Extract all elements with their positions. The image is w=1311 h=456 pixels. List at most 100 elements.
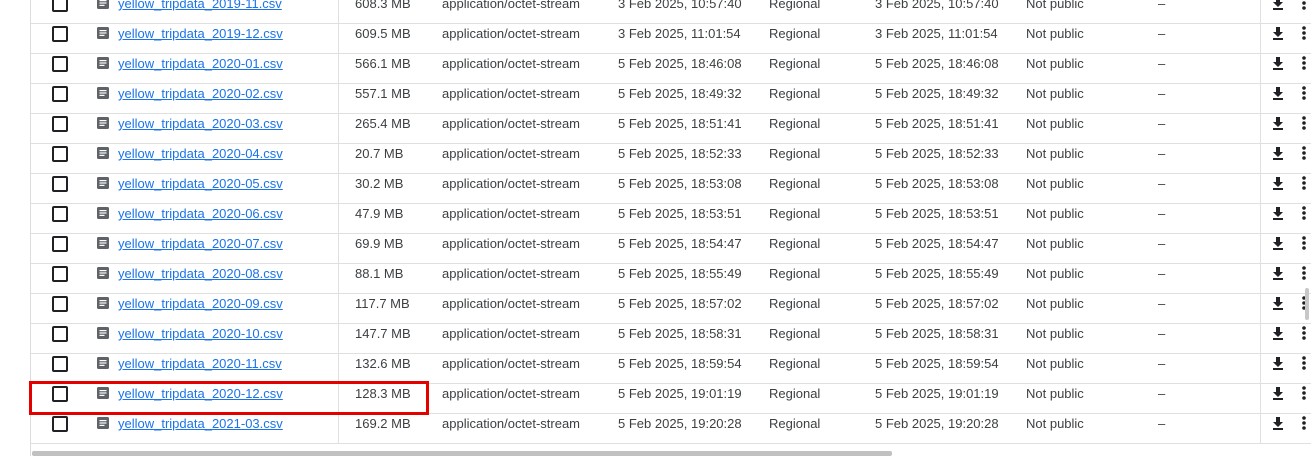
object-type: application/octet-stream: [442, 236, 581, 251]
object-name-link[interactable]: yellow_tripdata_2019-12.csv: [118, 24, 283, 54]
download-icon[interactable]: [1270, 205, 1286, 221]
object-public-access: Not public: [1026, 206, 1084, 221]
download-icon[interactable]: [1270, 55, 1286, 71]
download-icon[interactable]: [1270, 85, 1286, 101]
download-icon[interactable]: [1270, 115, 1286, 131]
more-vert-icon[interactable]: [1301, 355, 1307, 371]
row-checkbox[interactable]: [52, 116, 68, 132]
table-row[interactable]: yellow_tripdata_2019-11.csv 608.3 MB appli…: [31, 0, 1311, 24]
table-row[interactable]: yellow_tripdata_2020-09.csv 117.7 MB appli…: [31, 294, 1311, 324]
download-icon[interactable]: [1270, 265, 1286, 281]
file-icon: [96, 26, 110, 40]
table-row[interactable]: yellow_tripdata_2020-01.csv 566.1 MB appli…: [31, 54, 1311, 84]
vertical-scrollbar-thumb[interactable]: [1305, 288, 1309, 320]
row-checkbox[interactable]: [52, 356, 68, 372]
row-checkbox[interactable]: [52, 86, 68, 102]
object-name-link[interactable]: yellow_tripdata_2019-11.csv: [118, 0, 282, 24]
object-name-link[interactable]: yellow_tripdata_2020-09.csv: [118, 294, 283, 324]
row-checkbox[interactable]: [52, 26, 68, 42]
column-divider: [338, 354, 339, 383]
table-row[interactable]: yellow_tripdata_2019-12.csv 609.5 MB appli…: [31, 24, 1311, 54]
row-checkbox[interactable]: [52, 236, 68, 252]
table-row[interactable]: yellow_tripdata_2020-02.csv 557.1 MB appli…: [31, 84, 1311, 114]
object-extra-field: –: [1158, 176, 1166, 191]
table-row[interactable]: yellow_tripdata_2020-05.csv 30.2 MB applic…: [31, 174, 1311, 204]
column-divider: [1260, 294, 1261, 323]
more-vert-icon[interactable]: [1301, 115, 1307, 131]
object-name-link[interactable]: yellow_tripdata_2020-06.csv: [118, 204, 283, 234]
object-name-link[interactable]: yellow_tripdata_2020-04.csv: [118, 144, 283, 174]
download-icon[interactable]: [1270, 325, 1286, 341]
download-icon[interactable]: [1270, 295, 1286, 311]
table-row[interactable]: yellow_tripdata_2020-08.csv 88.1 MB applic…: [31, 264, 1311, 294]
table-row[interactable]: yellow_tripdata_2020-12.csv 128.3 MB appli…: [31, 384, 1311, 414]
object-name-link[interactable]: yellow_tripdata_2021-03.csv: [118, 414, 283, 444]
download-icon[interactable]: [1270, 385, 1286, 401]
row-checkbox[interactable]: [52, 416, 68, 432]
row-checkbox[interactable]: [52, 206, 68, 222]
object-updated: 5 Feb 2025, 18:55:49: [875, 266, 999, 281]
object-storage-class: Regional: [769, 116, 821, 131]
download-icon[interactable]: [1270, 145, 1286, 161]
download-icon[interactable]: [1270, 0, 1286, 11]
row-checkbox[interactable]: [52, 0, 68, 12]
object-name-link[interactable]: yellow_tripdata_2020-03.csv: [118, 114, 283, 144]
row-checkbox[interactable]: [52, 146, 68, 162]
object-type: application/octet-stream: [442, 26, 581, 41]
object-size: 609.5 MB: [355, 26, 411, 41]
download-icon[interactable]: [1270, 25, 1286, 41]
object-type: application/octet-stream: [442, 266, 581, 281]
more-vert-icon[interactable]: [1301, 175, 1307, 191]
table-row[interactable]: yellow_tripdata_2021-03.csv 169.2 MB appli…: [31, 414, 1311, 444]
more-vert-icon[interactable]: [1301, 265, 1307, 281]
object-storage-class: Regional: [769, 146, 821, 161]
horizontal-scrollbar-thumb[interactable]: [32, 451, 892, 456]
download-icon[interactable]: [1270, 175, 1286, 191]
download-icon[interactable]: [1270, 415, 1286, 431]
row-checkbox[interactable]: [52, 326, 68, 342]
more-vert-icon[interactable]: [1301, 235, 1307, 251]
more-vert-icon[interactable]: [1301, 145, 1307, 161]
object-public-access: Not public: [1026, 176, 1084, 191]
object-storage-class: Regional: [769, 356, 821, 371]
column-divider: [338, 414, 339, 443]
more-vert-icon[interactable]: [1301, 325, 1307, 341]
more-vert-icon[interactable]: [1301, 25, 1307, 41]
column-divider: [1260, 84, 1261, 113]
more-vert-icon[interactable]: [1301, 0, 1307, 11]
more-vert-icon[interactable]: [1301, 55, 1307, 71]
object-name-link[interactable]: yellow_tripdata_2020-08.csv: [118, 264, 283, 294]
download-icon[interactable]: [1270, 355, 1286, 371]
object-name-link[interactable]: yellow_tripdata_2020-07.csv: [118, 234, 283, 264]
row-checkbox[interactable]: [52, 176, 68, 192]
object-created: 5 Feb 2025, 18:53:51: [618, 206, 742, 221]
object-name-link[interactable]: yellow_tripdata_2020-05.csv: [118, 174, 283, 204]
object-name-link[interactable]: yellow_tripdata_2020-12.csv: [118, 384, 283, 414]
table-row[interactable]: yellow_tripdata_2020-07.csv 69.9 MB applic…: [31, 234, 1311, 264]
row-checkbox[interactable]: [52, 296, 68, 312]
object-storage-class: Regional: [769, 236, 821, 251]
object-updated: 5 Feb 2025, 18:53:51: [875, 206, 999, 221]
object-name-link[interactable]: yellow_tripdata_2020-01.csv: [118, 54, 283, 84]
table-row[interactable]: yellow_tripdata_2020-11.csv 132.6 MB appli…: [31, 354, 1311, 384]
more-vert-icon[interactable]: [1301, 415, 1307, 431]
table-row[interactable]: yellow_tripdata_2020-04.csv 20.7 MB applic…: [31, 144, 1311, 174]
table-row[interactable]: yellow_tripdata_2020-06.csv 47.9 MB applic…: [31, 204, 1311, 234]
object-extra-field: –: [1158, 356, 1166, 371]
more-vert-icon[interactable]: [1301, 385, 1307, 401]
table-row[interactable]: yellow_tripdata_2020-03.csv 265.4 MB appli…: [31, 114, 1311, 144]
object-updated: 5 Feb 2025, 18:51:41: [875, 116, 999, 131]
table-row[interactable]: yellow_tripdata_2020-10.csv 147.7 MB appli…: [31, 324, 1311, 354]
object-extra-field: –: [1158, 116, 1166, 131]
row-checkbox[interactable]: [52, 266, 68, 282]
file-icon: [96, 356, 110, 370]
object-name-link[interactable]: yellow_tripdata_2020-11.csv: [118, 354, 282, 384]
object-updated: 5 Feb 2025, 18:52:33: [875, 146, 999, 161]
row-checkbox[interactable]: [52, 56, 68, 72]
row-checkbox[interactable]: [52, 386, 68, 402]
object-name-link[interactable]: yellow_tripdata_2020-10.csv: [118, 324, 283, 354]
more-vert-icon[interactable]: [1301, 205, 1307, 221]
object-name-link[interactable]: yellow_tripdata_2020-02.csv: [118, 84, 283, 114]
download-icon[interactable]: [1270, 235, 1286, 251]
more-vert-icon[interactable]: [1301, 85, 1307, 101]
